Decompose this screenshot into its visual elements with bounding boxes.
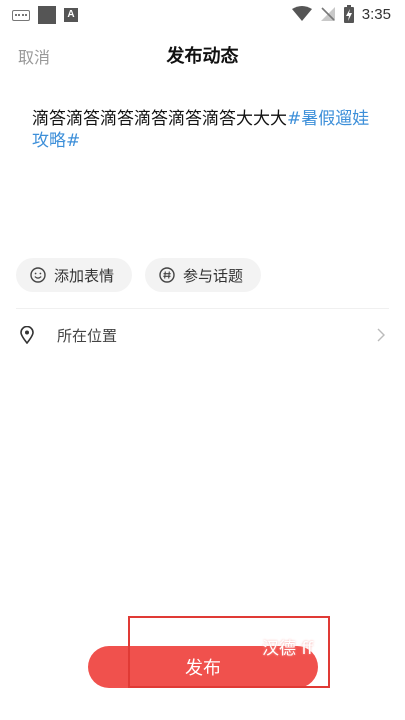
location-pin-icon xyxy=(20,326,34,344)
location-label: 所在位置 xyxy=(57,327,118,345)
divider xyxy=(16,308,389,309)
top-nav-bar: 取消 发布动态 xyxy=(0,34,405,74)
join-topic-button[interactable]: 参与话题 xyxy=(145,258,261,292)
notification-square-icon xyxy=(38,6,56,24)
wifi-icon xyxy=(291,6,312,21)
post-text-area[interactable]: 滴答滴答滴答滴答滴答滴答大大大#暑假遛娃攻略# xyxy=(32,108,377,152)
post-body-text: 滴答滴答滴答滴答滴答滴答大大大 xyxy=(32,109,287,129)
location-row[interactable]: 所在位置 xyxy=(0,316,405,356)
keyboard-icon xyxy=(12,9,30,21)
chevron-right-icon xyxy=(377,328,385,342)
status-right-icons: 3:35 xyxy=(291,5,391,23)
battery-charging-icon xyxy=(343,5,354,23)
overlay-text: 汉德 ff xyxy=(262,639,314,659)
add-emoji-button[interactable]: 添加表情 xyxy=(16,258,132,292)
status-bar: A 3:35 xyxy=(0,0,405,30)
add-emoji-label: 添加表情 xyxy=(54,266,115,285)
status-time: 3:35 xyxy=(361,5,391,23)
a-badge-icon: A xyxy=(64,8,78,22)
join-topic-label: 参与话题 xyxy=(183,266,244,285)
signal-off-icon xyxy=(320,7,335,21)
status-left-icons: A xyxy=(12,6,78,24)
hashtag-icon xyxy=(159,267,175,283)
page-title: 发布动态 xyxy=(166,46,239,67)
smiley-icon xyxy=(30,267,46,283)
